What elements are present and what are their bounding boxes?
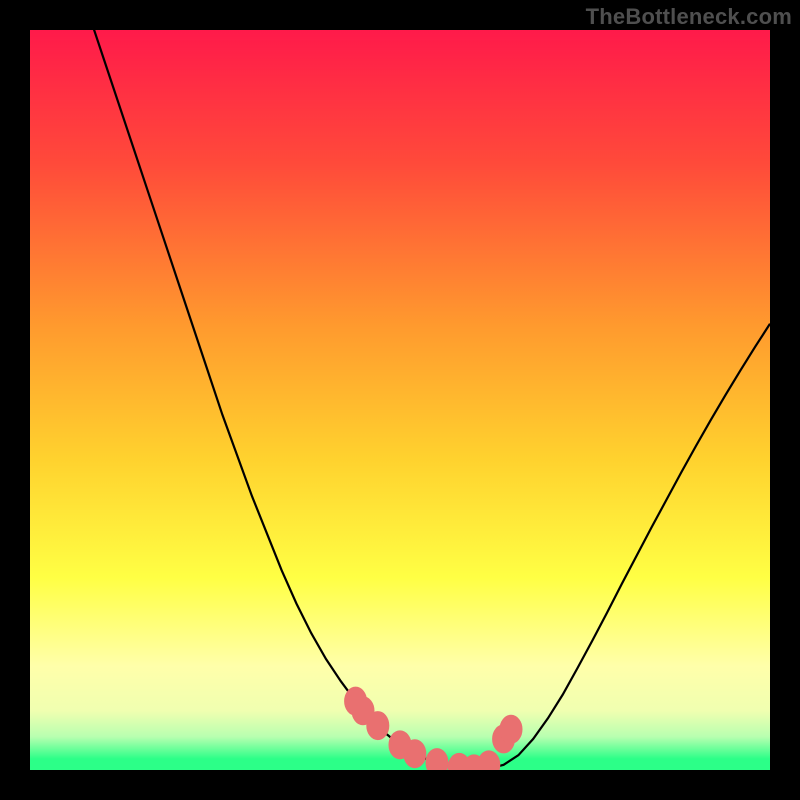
curve-marker: [500, 715, 522, 743]
watermark-label: TheBottleneck.com: [586, 4, 792, 30]
curve-marker: [367, 712, 389, 740]
curve-marker: [404, 740, 426, 768]
gradient-background: [30, 30, 770, 770]
plot-area: [30, 30, 770, 770]
chart-frame: TheBottleneck.com: [0, 0, 800, 800]
bottleneck-chart: [30, 30, 770, 770]
